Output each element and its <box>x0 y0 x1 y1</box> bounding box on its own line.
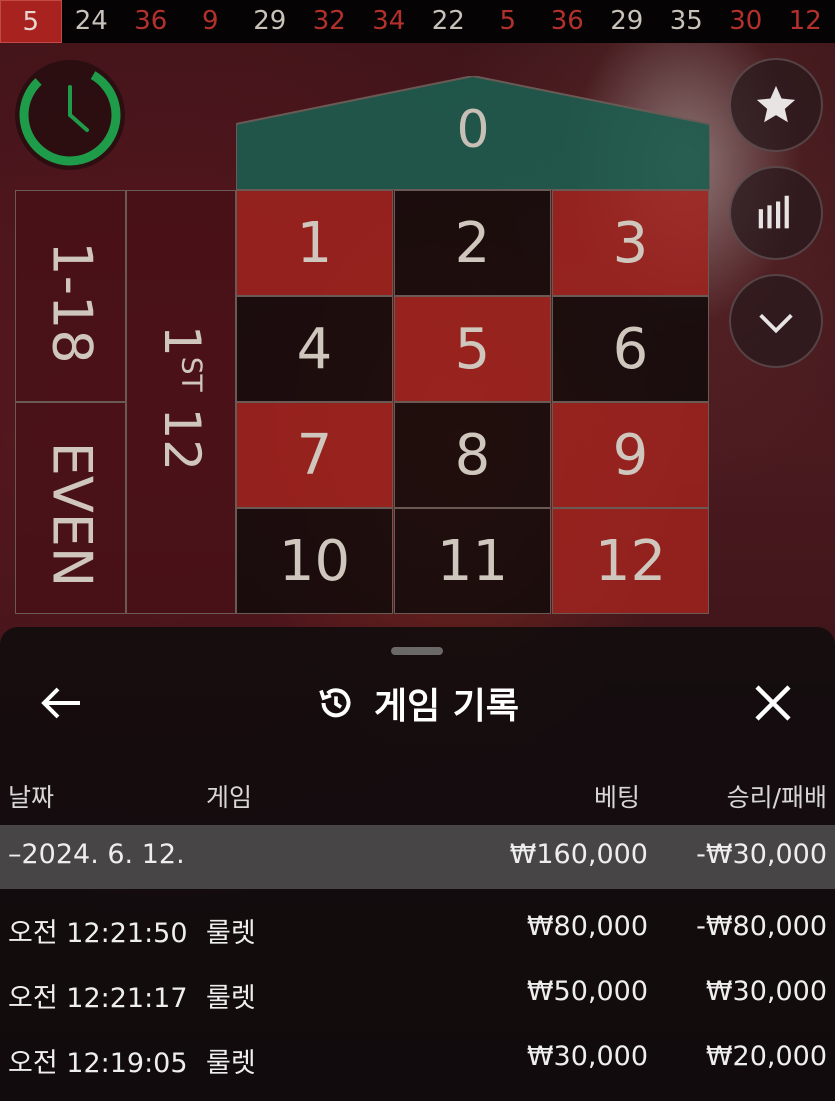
round-time: 오전 12:19:05 <box>8 1048 188 1079</box>
number-cell[interactable]: 4 <box>236 296 393 402</box>
day-total-bet: ₩160,000 <box>509 839 648 870</box>
dozen-tail: 12 <box>153 407 211 472</box>
number-cell[interactable]: 6 <box>552 296 709 402</box>
round-bet: ₩80,000 <box>526 911 648 942</box>
dozen-bet-label: 1ST 12 <box>153 273 211 523</box>
day-total-winloss: -₩30,000 <box>696 839 827 870</box>
chevron-down-icon <box>759 313 793 334</box>
number-cell[interactable]: 12 <box>552 508 709 614</box>
round-game: 룰렛 <box>206 918 256 949</box>
round-bet: ₩50,000 <box>526 976 648 1007</box>
round-bet: ₩30,000 <box>526 1041 648 1072</box>
sheet-drag-handle[interactable] <box>391 647 443 655</box>
round-winloss: -₩80,000 <box>696 911 827 942</box>
star-icon <box>756 85 796 123</box>
number-cell[interactable]: 2 <box>394 190 551 296</box>
number-cell[interactable]: 9 <box>552 402 709 508</box>
even-bet[interactable]: EVEN <box>15 402 126 614</box>
round-game: 룰렛 <box>206 1048 256 1079</box>
day-date: –2024. 6. 12. <box>8 839 185 870</box>
collapse-button[interactable] <box>729 274 823 368</box>
round-time: 오전 12:21:17 <box>8 983 188 1014</box>
number-cell[interactable]: 10 <box>236 508 393 614</box>
round-game: 룰렛 <box>206 983 256 1014</box>
close-icon[interactable] <box>751 681 795 725</box>
history-row[interactable]: 오전 12:19:05 룰렛 ₩30,000 ₩20,000 <box>0 1025 835 1089</box>
dozen-suffix: ST <box>175 356 209 392</box>
column-header-bet: 베팅 <box>593 783 640 812</box>
number-cell[interactable]: 5 <box>394 296 551 402</box>
sheet-header: 게임 기록 <box>0 667 835 737</box>
favorites-button[interactable] <box>729 58 823 152</box>
low-bet-label: 1-18 <box>40 241 104 364</box>
number-cell[interactable]: 7 <box>236 402 393 508</box>
round-winloss: ₩30,000 <box>705 976 827 1007</box>
history-row[interactable]: 오전 12:21:50 룰렛 ₩80,000 -₩80,000 <box>0 895 835 959</box>
day-summary-row[interactable]: –2024. 6. 12. ₩160,000 -₩30,000 <box>0 825 835 889</box>
number-cell[interactable]: 1 <box>236 190 393 296</box>
sheet-title-text: 게임 기록 <box>373 686 519 727</box>
sheet-title: 게임 기록 <box>0 677 835 729</box>
statistics-button[interactable] <box>729 166 823 260</box>
number-cell[interactable]: 3 <box>552 190 709 296</box>
bar-chart-icon <box>758 195 789 229</box>
low-1-18-bet[interactable]: 1-18 <box>15 190 126 402</box>
dozen-number: 1 <box>153 324 211 357</box>
first-dozen-bet[interactable]: 1ST 12 <box>126 190 236 614</box>
round-time: 오전 12:21:50 <box>8 918 188 949</box>
even-bet-label: EVEN <box>40 441 104 588</box>
column-header-date: 날짜 <box>8 783 55 812</box>
history-icon <box>319 688 351 718</box>
number-cell[interactable]: 8 <box>394 402 551 508</box>
history-row[interactable]: 오전 12:21:17 룰렛 ₩50,000 ₩30,000 <box>0 960 835 1024</box>
round-winloss: ₩20,000 <box>705 1041 827 1072</box>
column-header-game: 게임 <box>206 783 253 812</box>
column-header-winloss: 승리/패배 <box>726 783 827 812</box>
number-cell[interactable]: 11 <box>394 508 551 614</box>
zero-label: 0 <box>456 100 490 160</box>
